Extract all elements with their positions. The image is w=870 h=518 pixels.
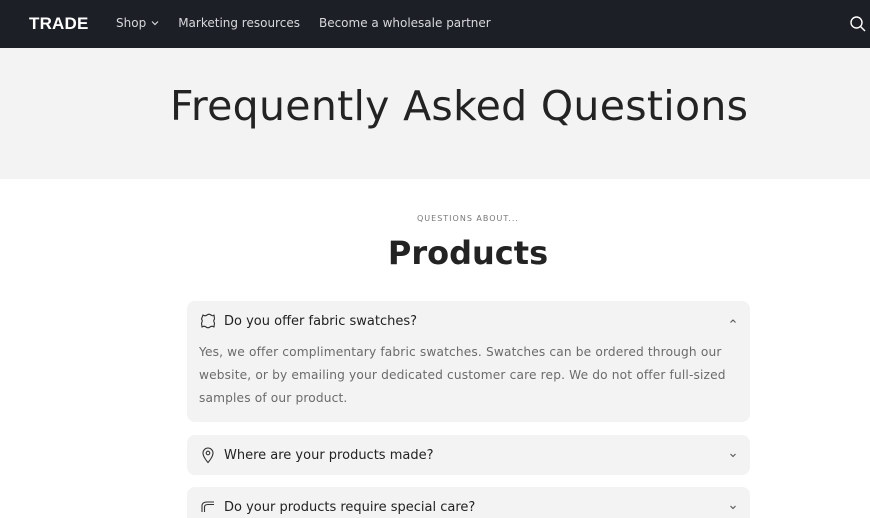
chevron-down-icon — [730, 453, 736, 458]
faq-item: Do you offer fabric swatches? Yes, we of… — [187, 301, 750, 422]
logo[interactable]: TRADE — [29, 14, 89, 34]
faq-toggle[interactable]: Where are your products made? — [187, 435, 750, 475]
faq-answer-line: samples of our product. — [199, 391, 348, 405]
faq-toggle[interactable]: Do your products require special care? — [187, 487, 750, 518]
chevron-down-icon — [151, 21, 159, 26]
faq-question: Do you offer fabric swatches? — [224, 313, 418, 329]
hero-banner: Frequently Asked Questions — [0, 48, 870, 179]
faq-answer-line: Yes, we offer complimentary fabric swatc… — [199, 345, 722, 359]
search-button[interactable] — [848, 14, 868, 34]
section-eyebrow: QUESTIONS ABOUT... — [417, 214, 519, 223]
faq-question: Do your products require special care? — [224, 499, 476, 515]
faq-item: Where are your products made? — [187, 435, 750, 475]
chevron-down-icon — [730, 505, 736, 510]
faq-item: Do your products require special care? — [187, 487, 750, 518]
nav-item-label: Marketing resources — [178, 16, 300, 30]
chevron-up-icon — [730, 319, 736, 323]
section-title: Products — [387, 234, 549, 272]
faq-question: Where are your products made? — [224, 447, 434, 463]
nav-item-shop[interactable]: Shop — [116, 16, 159, 30]
search-icon — [850, 16, 866, 32]
faq-answer: Yes, we offer complimentary fabric swatc… — [187, 341, 750, 410]
faq-answer-line: website, or by emailing your dedicated c… — [199, 368, 726, 382]
nav-item-marketing-resources[interactable]: Marketing resources — [178, 16, 300, 30]
fabric-swatch-icon — [199, 312, 217, 330]
faq-toggle[interactable]: Do you offer fabric swatches? — [187, 301, 750, 341]
nav-item-label: Become a wholesale partner — [318, 16, 491, 30]
nav-item-wholesale-partner[interactable]: Become a wholesale partner — [319, 16, 491, 30]
nav-item-label: Shop — [116, 16, 147, 30]
page-title: Frequently Asked Questions — [170, 82, 749, 130]
top-navigation-bar: TRADE Shop Marketing resources Become a … — [0, 0, 870, 48]
care-tag-icon — [199, 498, 217, 516]
location-pin-icon — [199, 446, 217, 464]
main-nav: Shop Marketing resources Become a wholes… — [116, 16, 510, 30]
